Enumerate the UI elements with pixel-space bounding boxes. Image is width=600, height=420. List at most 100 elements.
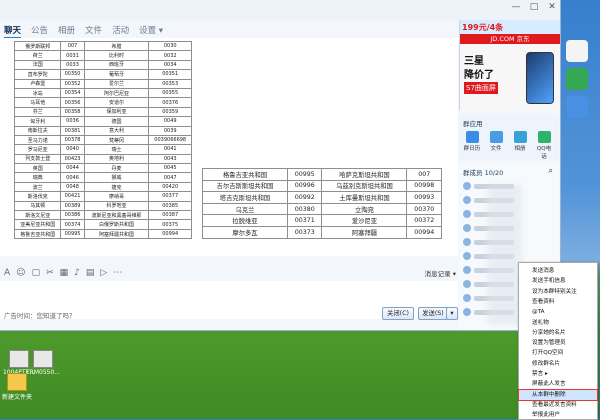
app-icon[interactable] (566, 96, 588, 118)
tab-chat[interactable]: 聊天 (4, 24, 22, 39)
chat-tabs: 聊天 公告 相册 文件 活动 设置 ▾ (4, 24, 163, 39)
table-row: 匈牙利 0036 德国 0049 (13, 116, 192, 127)
country-code-cell: 00351 (148, 69, 192, 80)
table-row: 罗马尼亚 0040 瑞士 0041 (13, 144, 192, 155)
country-name-cell: 葡萄牙 (83, 69, 150, 80)
font-icon[interactable]: A (4, 268, 10, 278)
country-name-cell: 乌兹别克斯坦共和国 (321, 179, 408, 193)
app-icon[interactable] (566, 68, 588, 90)
screenshot-icon[interactable]: ✂ (46, 268, 54, 278)
avatar (463, 294, 471, 302)
send-button[interactable]: 发送(S) (418, 307, 448, 320)
avatar (463, 308, 471, 316)
country-name-cell: 吉尔吉斯斯坦共和国 (202, 179, 288, 193)
ad-line2: 降价了 (464, 70, 494, 81)
music-icon[interactable]: ♪ (74, 268, 80, 278)
minimize-button[interactable]: — (510, 2, 522, 12)
table-row: 俄罗斯联邦 007 希腊 0030 (13, 40, 192, 52)
image-icon[interactable]: ▢ (32, 268, 41, 278)
file-icon[interactable]: ▤ (86, 268, 95, 278)
country-name-cell: 列支敦士登 (13, 153, 62, 165)
message-area[interactable]: 俄罗斯联邦 007 希腊 0030 荷兰 0031 比利时 0032 法国 0033 西班牙 0034… (0, 38, 458, 256)
country-code-cell: 00375 (148, 219, 192, 230)
context-menu-item[interactable]: 送礼物 (519, 318, 597, 328)
context-menu-item[interactable]: 发送手机信息 (519, 276, 597, 286)
tab-settings[interactable]: 设置 ▾ (139, 24, 163, 39)
menu-item-label: 分享她的名片 (532, 329, 566, 336)
country-code-cell: 00993 (406, 191, 442, 204)
emoji-icon[interactable]: ☺ (16, 268, 25, 278)
close-chat-button[interactable]: 关闭(C) (382, 307, 414, 320)
ad-banner[interactable]: 199元/4条 JD.COM 京东 三星 降价了 S7曲面屏 (459, 20, 560, 110)
context-menu-item[interactable]: 禁言 ▸ (519, 369, 597, 379)
country-name-cell: 英国 (13, 163, 62, 174)
context-menu-item[interactable]: 从本群中删除 (518, 388, 598, 401)
context-menu-item[interactable]: 屏蔽此人发言 (519, 379, 597, 389)
country-name-cell: 格鲁吉亚共和国 (202, 168, 288, 181)
app-album[interactable]: 相册 (511, 131, 529, 152)
context-menu-item[interactable]: 分享她的名片 (519, 328, 597, 338)
country-code-cell: 0045 (148, 163, 192, 174)
context-menu-item[interactable]: 查看最近发言资料 (519, 400, 597, 410)
country-code-cell: 0033 (60, 59, 85, 71)
country-code-cell: 00420 (148, 181, 192, 193)
tab-activity[interactable]: 活动 (112, 24, 129, 39)
phone-image (526, 52, 554, 104)
menu-item-label: 设为本群特别关注 (532, 288, 577, 295)
country-name-cell: 波斯尼亚和黑塞哥维那 (83, 210, 150, 221)
video-icon[interactable]: ▷ (100, 268, 107, 278)
table-row: 冰岛 00354 阿尔巴尼亚 00355 (13, 87, 192, 99)
ad-line3: S7曲面屏 (464, 82, 498, 94)
search-icon[interactable]: ⌕ (549, 166, 553, 176)
menu-item-icon (522, 381, 528, 387)
country-code-cell: 0044 (60, 163, 85, 174)
tab-announcement[interactable]: 公告 (31, 24, 48, 39)
member-count: 群成员 10/20 (463, 169, 504, 177)
gallery-icon[interactable]: ▦ (60, 268, 69, 278)
context-menu-item[interactable]: 设为本群特别关注 (519, 287, 597, 297)
menu-item-icon (522, 412, 528, 418)
country-name-cell: 亚美尼亚共和国 (13, 219, 62, 230)
country-code-cell: 00358 (60, 106, 85, 118)
menu-item-label: 打开QQ空间 (532, 350, 564, 357)
country-code-cell: 00359 (148, 106, 192, 118)
desktop-icon-folder[interactable]: 新建文件夹 (0, 373, 34, 401)
title-bar[interactable]: — □ ✕ (0, 0, 560, 20)
country-code-cell: 00994 (406, 225, 442, 239)
country-name-cell: 保加利亚 (83, 106, 150, 118)
country-code-cell: 00423 (60, 153, 85, 165)
tab-files[interactable]: 文件 (85, 24, 102, 39)
context-menu-item[interactable]: @TA (519, 307, 597, 317)
country-code-cell: 0031 (60, 50, 85, 61)
table-row: 芬兰 00358 保加利亚 00359 (13, 106, 192, 118)
tab-album[interactable]: 相册 (58, 24, 75, 39)
table-row: 格鲁吉亚共和国 00995 哈萨克斯坦共和国 007 (202, 168, 442, 181)
context-menu-item[interactable]: 修改群名片 (519, 359, 597, 369)
country-code-cell: 00373 (286, 225, 323, 239)
country-code-cell: 0030 (148, 40, 192, 52)
app-calendar[interactable]: 群日历 (463, 131, 481, 152)
member-context-menu: 发送消息 发送手机信息设为本群特别关注查看资料 @TA 送礼物 分享她的名片设置为管理员… (518, 262, 598, 420)
app-qq-call[interactable]: QQ电话 (535, 131, 553, 160)
context-menu-item[interactable]: 设置为管理员 (519, 338, 597, 348)
context-menu-item[interactable]: 发送消息 (519, 266, 597, 276)
close-button[interactable]: ✕ (546, 2, 558, 12)
message-log-button[interactable]: 消息记录 ▾ (425, 268, 456, 278)
app-files[interactable]: 文件 (487, 131, 505, 152)
menu-item-icon (522, 402, 528, 408)
send-options-button[interactable]: ▾ (446, 307, 458, 320)
ad-hint-text[interactable]: 广告时间：您知道了吗？ (4, 310, 76, 320)
more-icon[interactable]: ⋯ (113, 268, 122, 278)
context-menu-item[interactable]: 打开QQ空间 (519, 348, 597, 358)
menu-item-label: 屏蔽此人发言 (532, 381, 566, 388)
app-icon[interactable] (566, 40, 588, 62)
table-row: 吉尔吉斯斯坦共和国 00996 乌兹别克斯坦共和国 00998 (202, 179, 442, 193)
table-row: 直布罗陀 00350 葡萄牙 00351 (13, 69, 192, 80)
menu-item-label: @TA (532, 309, 545, 316)
maximize-button[interactable]: □ (528, 2, 540, 12)
country-code-cell: 00352 (60, 78, 85, 89)
table-row: 南斯拉夫 00381 意大利 0039 (13, 125, 192, 136)
country-name-cell: 马其顿 (13, 200, 62, 212)
context-menu-item[interactable]: 查看资料 (519, 297, 597, 307)
country-name-cell: 希腊 (83, 40, 150, 52)
